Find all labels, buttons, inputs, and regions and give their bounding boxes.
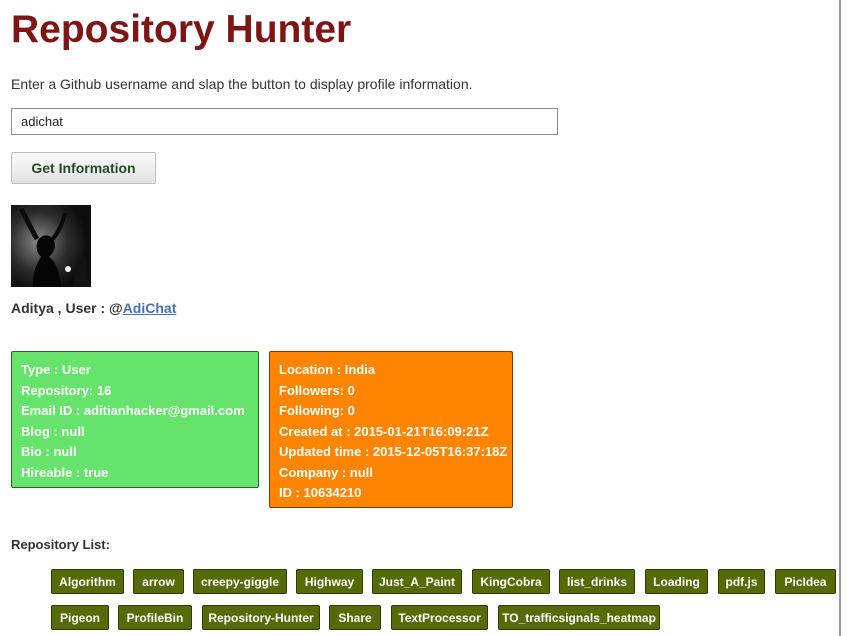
repo-button[interactable]: TextProcessor — [391, 605, 488, 630]
info-bio: Bio : null — [21, 444, 77, 459]
info-company: Company : null — [279, 464, 373, 480]
repo-button[interactable]: Algorithm — [51, 569, 124, 594]
avatar — [11, 205, 91, 287]
info-repository-count: Repository: 16 — [21, 382, 112, 398]
account-info-card: Location : India Followers: 0 Following:… — [269, 351, 513, 508]
repo-button[interactable]: PicIdea — [775, 569, 836, 594]
avatar-image — [11, 205, 91, 287]
info-blog: Blog : null — [21, 423, 85, 439]
repo-button[interactable]: Loading — [645, 569, 708, 594]
repo-button[interactable]: arrow — [133, 569, 184, 594]
info-id: ID : 10634210 — [279, 485, 362, 500]
window-right-border — [839, 0, 841, 636]
repo-button[interactable]: TO_trafficsignals_heatmap — [498, 605, 660, 630]
page-title: Repository Hunter — [11, 8, 352, 51]
info-hireable: Hireable : true — [21, 464, 109, 480]
info-email: Email ID : aditianhacker@gmail.com — [21, 403, 245, 418]
user-info-card: Type : User Repository: 16 Email ID : ad… — [11, 351, 259, 488]
repo-button[interactable]: list_drinks — [559, 569, 635, 594]
repo-button[interactable]: Repository-Hunter — [202, 605, 320, 630]
repo-button[interactable]: pdf.js — [718, 569, 765, 594]
info-followers: Followers: 0 — [279, 382, 355, 398]
repository-list-label: Repository List: — [11, 537, 110, 552]
profile-name: Aditya , User : @ — [11, 300, 123, 316]
repo-button[interactable]: Pigeon — [51, 605, 109, 630]
info-type: Type : User — [21, 362, 91, 377]
repo-button[interactable]: ProfileBin — [118, 605, 192, 630]
repo-button[interactable]: Share — [329, 605, 381, 630]
github-profile-link[interactable]: AdiChat — [123, 300, 177, 316]
get-information-button[interactable]: Get Information — [11, 152, 156, 184]
profile-name-line: Aditya , User : @AdiChat — [11, 300, 176, 316]
repo-button[interactable]: Just_A_Paint — [372, 569, 462, 594]
info-following: Following: 0 — [279, 403, 355, 418]
page-description: Enter a Github username and slap the but… — [11, 76, 473, 92]
info-updated-time: Updated time : 2015-12-05T16:37:18Z — [279, 444, 508, 459]
info-created-at: Created at : 2015-01-21T16:09:21Z — [279, 423, 489, 439]
repo-button[interactable]: creepy-giggle — [193, 569, 287, 594]
info-location: Location : India — [279, 362, 376, 377]
username-input[interactable] — [11, 108, 558, 135]
repo-button[interactable]: Highway — [296, 569, 363, 594]
repo-button[interactable]: KingCobra — [472, 569, 550, 594]
